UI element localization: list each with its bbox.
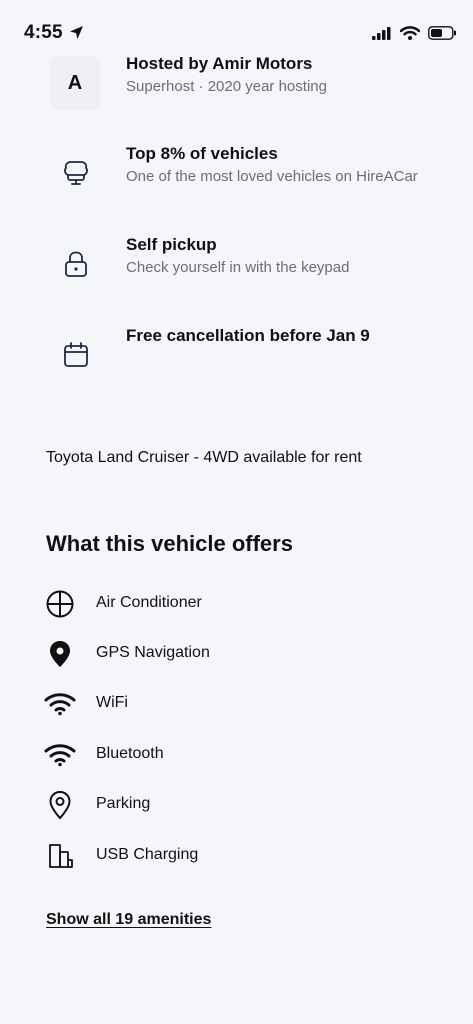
host-row: A Hosted by Amir Motors Superhost · 2020… (0, 50, 473, 120)
status-time: 4:55 (24, 22, 63, 43)
amenity-item: Parking (44, 787, 424, 823)
host-subtitle: Superhost · 2020 year hosting (126, 78, 327, 95)
air-conditioner-icon (44, 588, 76, 620)
trophy-icon (56, 153, 96, 193)
show-all-amenities-button[interactable]: Show all 19 amenities (46, 911, 211, 929)
cellular-signal-icon (372, 26, 392, 45)
feature-subtitle: One of the most loved vehicles on HireAC… (126, 168, 418, 185)
location-arrow-icon (69, 25, 84, 45)
map-pin-outline-icon (44, 789, 76, 821)
bluetooth-signal-icon (44, 739, 76, 771)
amenity-item: USB Charging (44, 838, 424, 874)
battery-icon (428, 26, 457, 45)
amenity-item: GPS Navigation (44, 636, 424, 672)
amenity-item: Bluetooth (44, 737, 424, 773)
calendar-icon (56, 335, 96, 375)
usb-charging-icon (44, 840, 76, 872)
amenity-label: Bluetooth (96, 745, 164, 762)
feature-top-vehicle: Top 8% of vehicles One of the most loved… (0, 140, 473, 210)
feature-title: Free cancellation before Jan 9 (126, 326, 370, 345)
offers-title: What this vehicle offers (46, 531, 293, 556)
feature-subtitle: Check yourself in with the keypad (126, 259, 350, 276)
amenity-item: Air Conditioner (44, 586, 424, 622)
feature-free-cancellation: Free cancellation before Jan 9 (0, 322, 473, 392)
map-pin-filled-icon (44, 638, 76, 670)
lock-icon (56, 244, 96, 284)
amenity-label: WiFi (96, 694, 128, 711)
status-icons (372, 26, 457, 45)
wifi-icon (399, 26, 421, 45)
amenity-item: WiFi (44, 686, 424, 722)
amenity-label: USB Charging (96, 846, 199, 863)
wifi-icon (44, 688, 76, 720)
amenity-label: Parking (96, 795, 151, 812)
feature-title: Top 8% of vehicles (126, 144, 278, 163)
amenity-label: Air Conditioner (96, 594, 202, 611)
host-avatar[interactable]: A (50, 56, 100, 110)
amenity-label: GPS Navigation (96, 644, 210, 661)
feature-title: Self pickup (126, 235, 217, 254)
vehicle-description: Toyota Land Cruiser - 4WD available for … (46, 449, 362, 466)
feature-self-pickup: Self pickup Check yourself in with the k… (0, 231, 473, 301)
host-title: Hosted by Amir Motors (126, 54, 313, 73)
